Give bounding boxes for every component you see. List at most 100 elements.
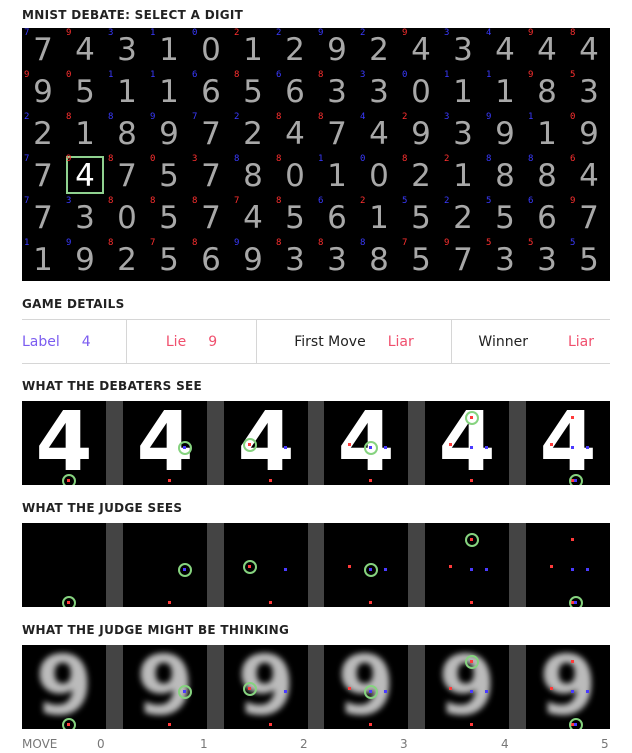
digit-cell[interactable]: 33 xyxy=(64,196,106,238)
digit-cell[interactable]: 88 xyxy=(106,112,148,154)
thinking-panels: 999999 xyxy=(22,645,610,729)
digit-cell[interactable]: 77 xyxy=(22,154,64,196)
digit-cell[interactable]: 38 xyxy=(274,238,316,280)
digit-cell[interactable]: 66 xyxy=(190,70,232,112)
move-panel xyxy=(526,523,610,607)
digit-cell[interactable]: 08 xyxy=(274,154,316,196)
digit-cell[interactable]: 57 xyxy=(400,238,442,280)
digit-cell[interactable]: 77 xyxy=(190,112,232,154)
digit-cell[interactable]: 89 xyxy=(526,70,568,112)
digit-cell[interactable]: 99 xyxy=(316,28,358,70)
prediction-label: 9 xyxy=(66,154,72,165)
digit-cell[interactable]: 79 xyxy=(568,196,610,238)
tick: 4 xyxy=(501,737,509,751)
digit-cell[interactable]: 55 xyxy=(484,196,526,238)
game-details-table: Label 4 Lie 9 First Move Liar Winner Liar xyxy=(22,319,610,364)
digit-cell[interactable]: 92 xyxy=(400,112,442,154)
digit-cell[interactable]: 48 xyxy=(568,28,610,70)
digit-cell[interactable]: 46 xyxy=(568,154,610,196)
digit-cell[interactable]: 35 xyxy=(484,238,526,280)
digit-cell[interactable]: 11 xyxy=(106,70,148,112)
prediction-label: 7 xyxy=(24,154,30,165)
digit-cell[interactable]: 99 xyxy=(22,70,64,112)
prediction-label: 1 xyxy=(150,70,156,81)
digit-cell[interactable]: 55 xyxy=(568,238,610,280)
digit-cell[interactable]: 88 xyxy=(526,154,568,196)
digit-cell[interactable]: 66 xyxy=(274,70,316,112)
digit-cell[interactable]: 11 xyxy=(484,70,526,112)
prediction-label: 3 xyxy=(192,154,198,165)
digit-cell[interactable]: 12 xyxy=(442,154,484,196)
digit-cell[interactable]: 28 xyxy=(106,238,148,280)
digit-grid[interactable]: 7749331100122299224933444948995011116658… xyxy=(22,28,610,281)
current-move-circle xyxy=(243,560,257,574)
digit-cell[interactable]: 50 xyxy=(64,70,106,112)
digit-cell[interactable]: 57 xyxy=(148,238,190,280)
digit-cell[interactable]: 48 xyxy=(274,112,316,154)
digit-cell[interactable]: 22 xyxy=(232,112,274,154)
digit-cell[interactable]: 28 xyxy=(400,154,442,196)
digit-cell[interactable]: 38 xyxy=(316,238,358,280)
digit-cell[interactable]: 78 xyxy=(190,196,232,238)
digit-cell[interactable]: 99 xyxy=(64,238,106,280)
digit-cell[interactable]: 99 xyxy=(484,112,526,154)
digit-cell[interactable]: 78 xyxy=(106,154,148,196)
digit-cell[interactable]: 35 xyxy=(526,238,568,280)
digit-cell[interactable]: 33 xyxy=(442,28,484,70)
digit-cell[interactable]: 88 xyxy=(358,238,400,280)
digit-cell[interactable]: 22 xyxy=(442,196,484,238)
digit-cell[interactable]: 50 xyxy=(148,154,190,196)
digit-cell[interactable]: 66 xyxy=(316,196,358,238)
digit-cell[interactable]: 12 xyxy=(232,28,274,70)
digit-cell[interactable]: 33 xyxy=(358,70,400,112)
digit-cell[interactable]: 44 xyxy=(358,112,400,154)
digit-cell[interactable]: 08 xyxy=(106,196,148,238)
digit-cell[interactable]: 11 xyxy=(316,154,358,196)
digit-cell[interactable]: 44 xyxy=(484,28,526,70)
digit-cell[interactable]: 99 xyxy=(148,112,190,154)
digit-cell[interactable]: 58 xyxy=(148,196,190,238)
digit-cell[interactable]: 88 xyxy=(484,154,526,196)
lie-cell: Lie 9 xyxy=(127,320,257,363)
digit-cell[interactable]: 88 xyxy=(232,154,274,196)
digit-image: 4 xyxy=(136,401,194,485)
digit-cell[interactable]: 99 xyxy=(232,238,274,280)
digit-cell[interactable]: 11 xyxy=(22,238,64,280)
digit-cell[interactable]: 49 xyxy=(526,28,568,70)
digit-cell[interactable]: 77 xyxy=(22,28,64,70)
digit-cell[interactable]: 66 xyxy=(526,196,568,238)
digit-cell[interactable]: 73 xyxy=(190,154,232,196)
digit-cell[interactable]: 00 xyxy=(190,28,232,70)
digit-cell[interactable]: 77 xyxy=(22,196,64,238)
digit-cell[interactable]: 35 xyxy=(568,70,610,112)
digit-cell[interactable]: 00 xyxy=(400,70,442,112)
revealed-pixel xyxy=(586,568,589,571)
digit-cell[interactable]: 00 xyxy=(358,154,400,196)
prediction-label: 9 xyxy=(234,238,240,249)
digit-cell[interactable]: 49 xyxy=(400,28,442,70)
digit-cell[interactable]: 11 xyxy=(148,28,190,70)
digit-cell[interactable]: 78 xyxy=(316,112,358,154)
digit-cell[interactable]: 90 xyxy=(568,112,610,154)
digit-cell[interactable]: 11 xyxy=(526,112,568,154)
digit-cell[interactable]: 38 xyxy=(316,70,358,112)
prediction-label: 2 xyxy=(234,28,240,38)
digit-cell[interactable]: 55 xyxy=(400,196,442,238)
digit-cell[interactable]: 18 xyxy=(64,112,106,154)
digit-cell[interactable]: 79 xyxy=(442,238,484,280)
digit-cell[interactable]: 49 xyxy=(64,28,106,70)
digit-cell[interactable]: 47 xyxy=(232,196,274,238)
digit-cell[interactable]: 33 xyxy=(442,112,484,154)
digit-cell[interactable]: 22 xyxy=(22,112,64,154)
digit-cell[interactable]: 11 xyxy=(148,70,190,112)
first-move-cell: First Move Liar xyxy=(257,320,452,363)
digit-cell[interactable]: 22 xyxy=(274,28,316,70)
digit-cell[interactable]: 49 xyxy=(64,154,106,196)
digit-cell[interactable]: 12 xyxy=(358,196,400,238)
digit-cell[interactable]: 33 xyxy=(106,28,148,70)
digit-cell[interactable]: 11 xyxy=(442,70,484,112)
digit-cell[interactable]: 58 xyxy=(274,196,316,238)
digit-cell[interactable]: 68 xyxy=(190,238,232,280)
digit-cell[interactable]: 58 xyxy=(232,70,274,112)
digit-cell[interactable]: 22 xyxy=(358,28,400,70)
